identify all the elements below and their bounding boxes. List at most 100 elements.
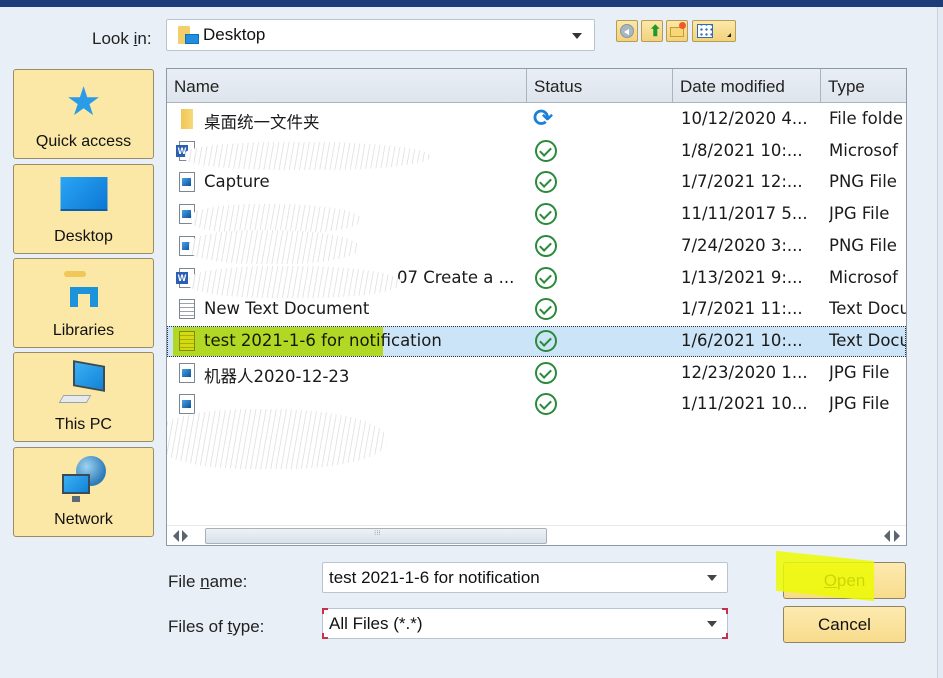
file-name: 07 Create a ... bbox=[397, 267, 515, 287]
places-this-pc[interactable]: This PC bbox=[13, 352, 154, 442]
column-header-status[interactable]: Status bbox=[527, 69, 673, 102]
file-type-dropdown[interactable]: All Files (*.*) bbox=[322, 608, 728, 639]
file-type-value: All Files (*.*) bbox=[329, 614, 423, 633]
look-in-label: Look in: bbox=[92, 29, 152, 48]
file-name: Capture bbox=[204, 172, 270, 192]
view-menu-icon bbox=[697, 24, 713, 38]
column-header-date-modified[interactable]: Date modified bbox=[673, 69, 821, 102]
up-one-level-button[interactable]: ⬆ bbox=[641, 20, 663, 42]
file-name: 桌面统一文件夹 bbox=[204, 113, 320, 132]
file-type: Microsof bbox=[829, 140, 898, 160]
file-type: PNG File bbox=[829, 235, 897, 255]
file-date-modified: 1/13/2021 9:... bbox=[681, 267, 803, 287]
text-file-icon bbox=[179, 299, 195, 320]
file-date-modified: 1/6/2021 10:... bbox=[681, 330, 803, 350]
file-type: PNG File bbox=[829, 172, 897, 192]
file-type: JPG File bbox=[829, 204, 890, 224]
synced-check-icon bbox=[535, 361, 557, 384]
file-name-input[interactable]: test 2021-1-6 for notification bbox=[322, 562, 728, 593]
places-quick-access[interactable]: ★ Quick access bbox=[13, 69, 154, 159]
desktop-icon bbox=[60, 177, 107, 211]
places-label: Desktop bbox=[54, 228, 113, 245]
window-border bbox=[937, 7, 943, 678]
up-folder-icon: ⬆ bbox=[649, 23, 662, 40]
back-icon bbox=[620, 24, 634, 38]
scroll-left-icon[interactable] bbox=[173, 530, 179, 542]
redaction-mark bbox=[185, 142, 430, 170]
chevron-down-icon[interactable] bbox=[572, 33, 582, 39]
synced-check-icon bbox=[535, 234, 557, 257]
image-file-icon bbox=[179, 362, 195, 383]
file-date-modified: 12/23/2020 1... bbox=[681, 362, 808, 382]
file-row[interactable]: Capture 1/7/2021 12:... PNG File bbox=[167, 167, 906, 198]
sync-pending-icon: ⟳ bbox=[533, 104, 554, 132]
network-icon bbox=[58, 456, 110, 506]
view-menu-button[interactable] bbox=[692, 20, 736, 42]
title-bar bbox=[0, 0, 943, 7]
horizontal-scrollbar[interactable]: ⁝⁝⁝ bbox=[167, 525, 906, 545]
look-in-value: Desktop bbox=[203, 25, 266, 44]
look-in-dropdown[interactable]: Desktop bbox=[166, 19, 595, 51]
file-name: New Text Document bbox=[204, 299, 370, 319]
file-row[interactable]: test 2021-1-6 for notification1/6/2021 1… bbox=[167, 325, 906, 357]
scroll-right-icon[interactable] bbox=[894, 530, 900, 542]
synced-check-icon bbox=[535, 393, 557, 416]
file-type: JPG File bbox=[829, 362, 890, 382]
file-name-value: test 2021-1-6 for notification bbox=[329, 568, 540, 587]
new-badge-icon bbox=[679, 22, 686, 29]
column-header-row: Name Status Date modified Type bbox=[167, 69, 906, 103]
file-rows: 桌面统一文件夹 ⟳ 10/12/2020 4... File folde 1/8/202… bbox=[167, 104, 906, 524]
file-type-label: Files of type: bbox=[168, 617, 265, 636]
back-button[interactable] bbox=[616, 20, 638, 42]
synced-check-icon bbox=[535, 329, 557, 352]
file-date-modified: 7/24/2020 3:... bbox=[681, 235, 803, 255]
column-header-type[interactable]: Type bbox=[821, 69, 911, 102]
file-date-modified: 10/12/2020 4... bbox=[681, 109, 808, 128]
places-desktop[interactable]: Desktop bbox=[13, 164, 154, 254]
synced-check-icon bbox=[535, 171, 557, 194]
redaction-mark bbox=[189, 230, 359, 264]
scrollbar-thumb[interactable]: ⁝⁝⁝ bbox=[205, 528, 547, 544]
image-file-icon bbox=[179, 394, 195, 415]
places-label: Quick access bbox=[35, 133, 132, 150]
file-type: Text Docu bbox=[829, 330, 906, 350]
scroll-right-icon[interactable] bbox=[182, 530, 188, 542]
annotation-highlight bbox=[173, 326, 383, 356]
redaction-mark bbox=[189, 266, 401, 298]
open-button[interactable]: Open bbox=[783, 562, 906, 599]
places-label: This PC bbox=[55, 416, 112, 433]
new-folder-button[interactable] bbox=[666, 20, 688, 42]
image-file-icon bbox=[179, 172, 195, 193]
column-header-name[interactable]: Name bbox=[167, 69, 527, 102]
synced-check-icon bbox=[535, 203, 557, 226]
places-network[interactable]: Network bbox=[13, 447, 154, 537]
synced-check-icon bbox=[535, 298, 557, 321]
file-date-modified: 1/8/2021 10:... bbox=[681, 140, 803, 160]
folder-icon bbox=[181, 109, 193, 129]
file-date-modified: 1/7/2021 11:... bbox=[681, 299, 803, 319]
file-type: Microsof bbox=[829, 267, 898, 287]
computer-icon bbox=[58, 360, 109, 411]
libraries-icon bbox=[62, 269, 106, 313]
file-row[interactable]: New Text Document 1/7/2021 11:... Text Doc… bbox=[167, 294, 906, 325]
places-label: Network bbox=[54, 511, 113, 528]
places-libraries[interactable]: Libraries bbox=[13, 258, 154, 348]
file-type: File folde bbox=[829, 109, 903, 128]
cancel-button[interactable]: Cancel bbox=[783, 606, 906, 643]
file-list[interactable]: Name Status Date modified Type 桌面统一文件夹 ⟳ 1… bbox=[166, 68, 907, 546]
file-type: Text Docu bbox=[829, 299, 906, 319]
file-type: JPG File bbox=[829, 394, 890, 414]
synced-check-icon bbox=[535, 139, 557, 162]
redaction-mark bbox=[167, 409, 387, 469]
chevron-down-icon[interactable] bbox=[707, 621, 717, 627]
file-row[interactable]: 桌面统一文件夹 ⟳ 10/12/2020 4... File folde bbox=[167, 104, 906, 135]
synced-check-icon bbox=[535, 266, 557, 289]
file-name: 机器人2020-12-23 bbox=[204, 366, 350, 386]
star-icon: ★ bbox=[65, 80, 102, 124]
file-name-label: File name: bbox=[168, 572, 248, 591]
file-date-modified: 1/11/2021 10... bbox=[681, 394, 808, 414]
chevron-down-icon[interactable] bbox=[707, 575, 717, 581]
file-row[interactable]: 机器人2020-12-23 12/23/2020 1... JPG File bbox=[167, 358, 906, 389]
dropdown-arrow-icon bbox=[727, 33, 731, 37]
scroll-left-icon[interactable] bbox=[884, 530, 890, 542]
